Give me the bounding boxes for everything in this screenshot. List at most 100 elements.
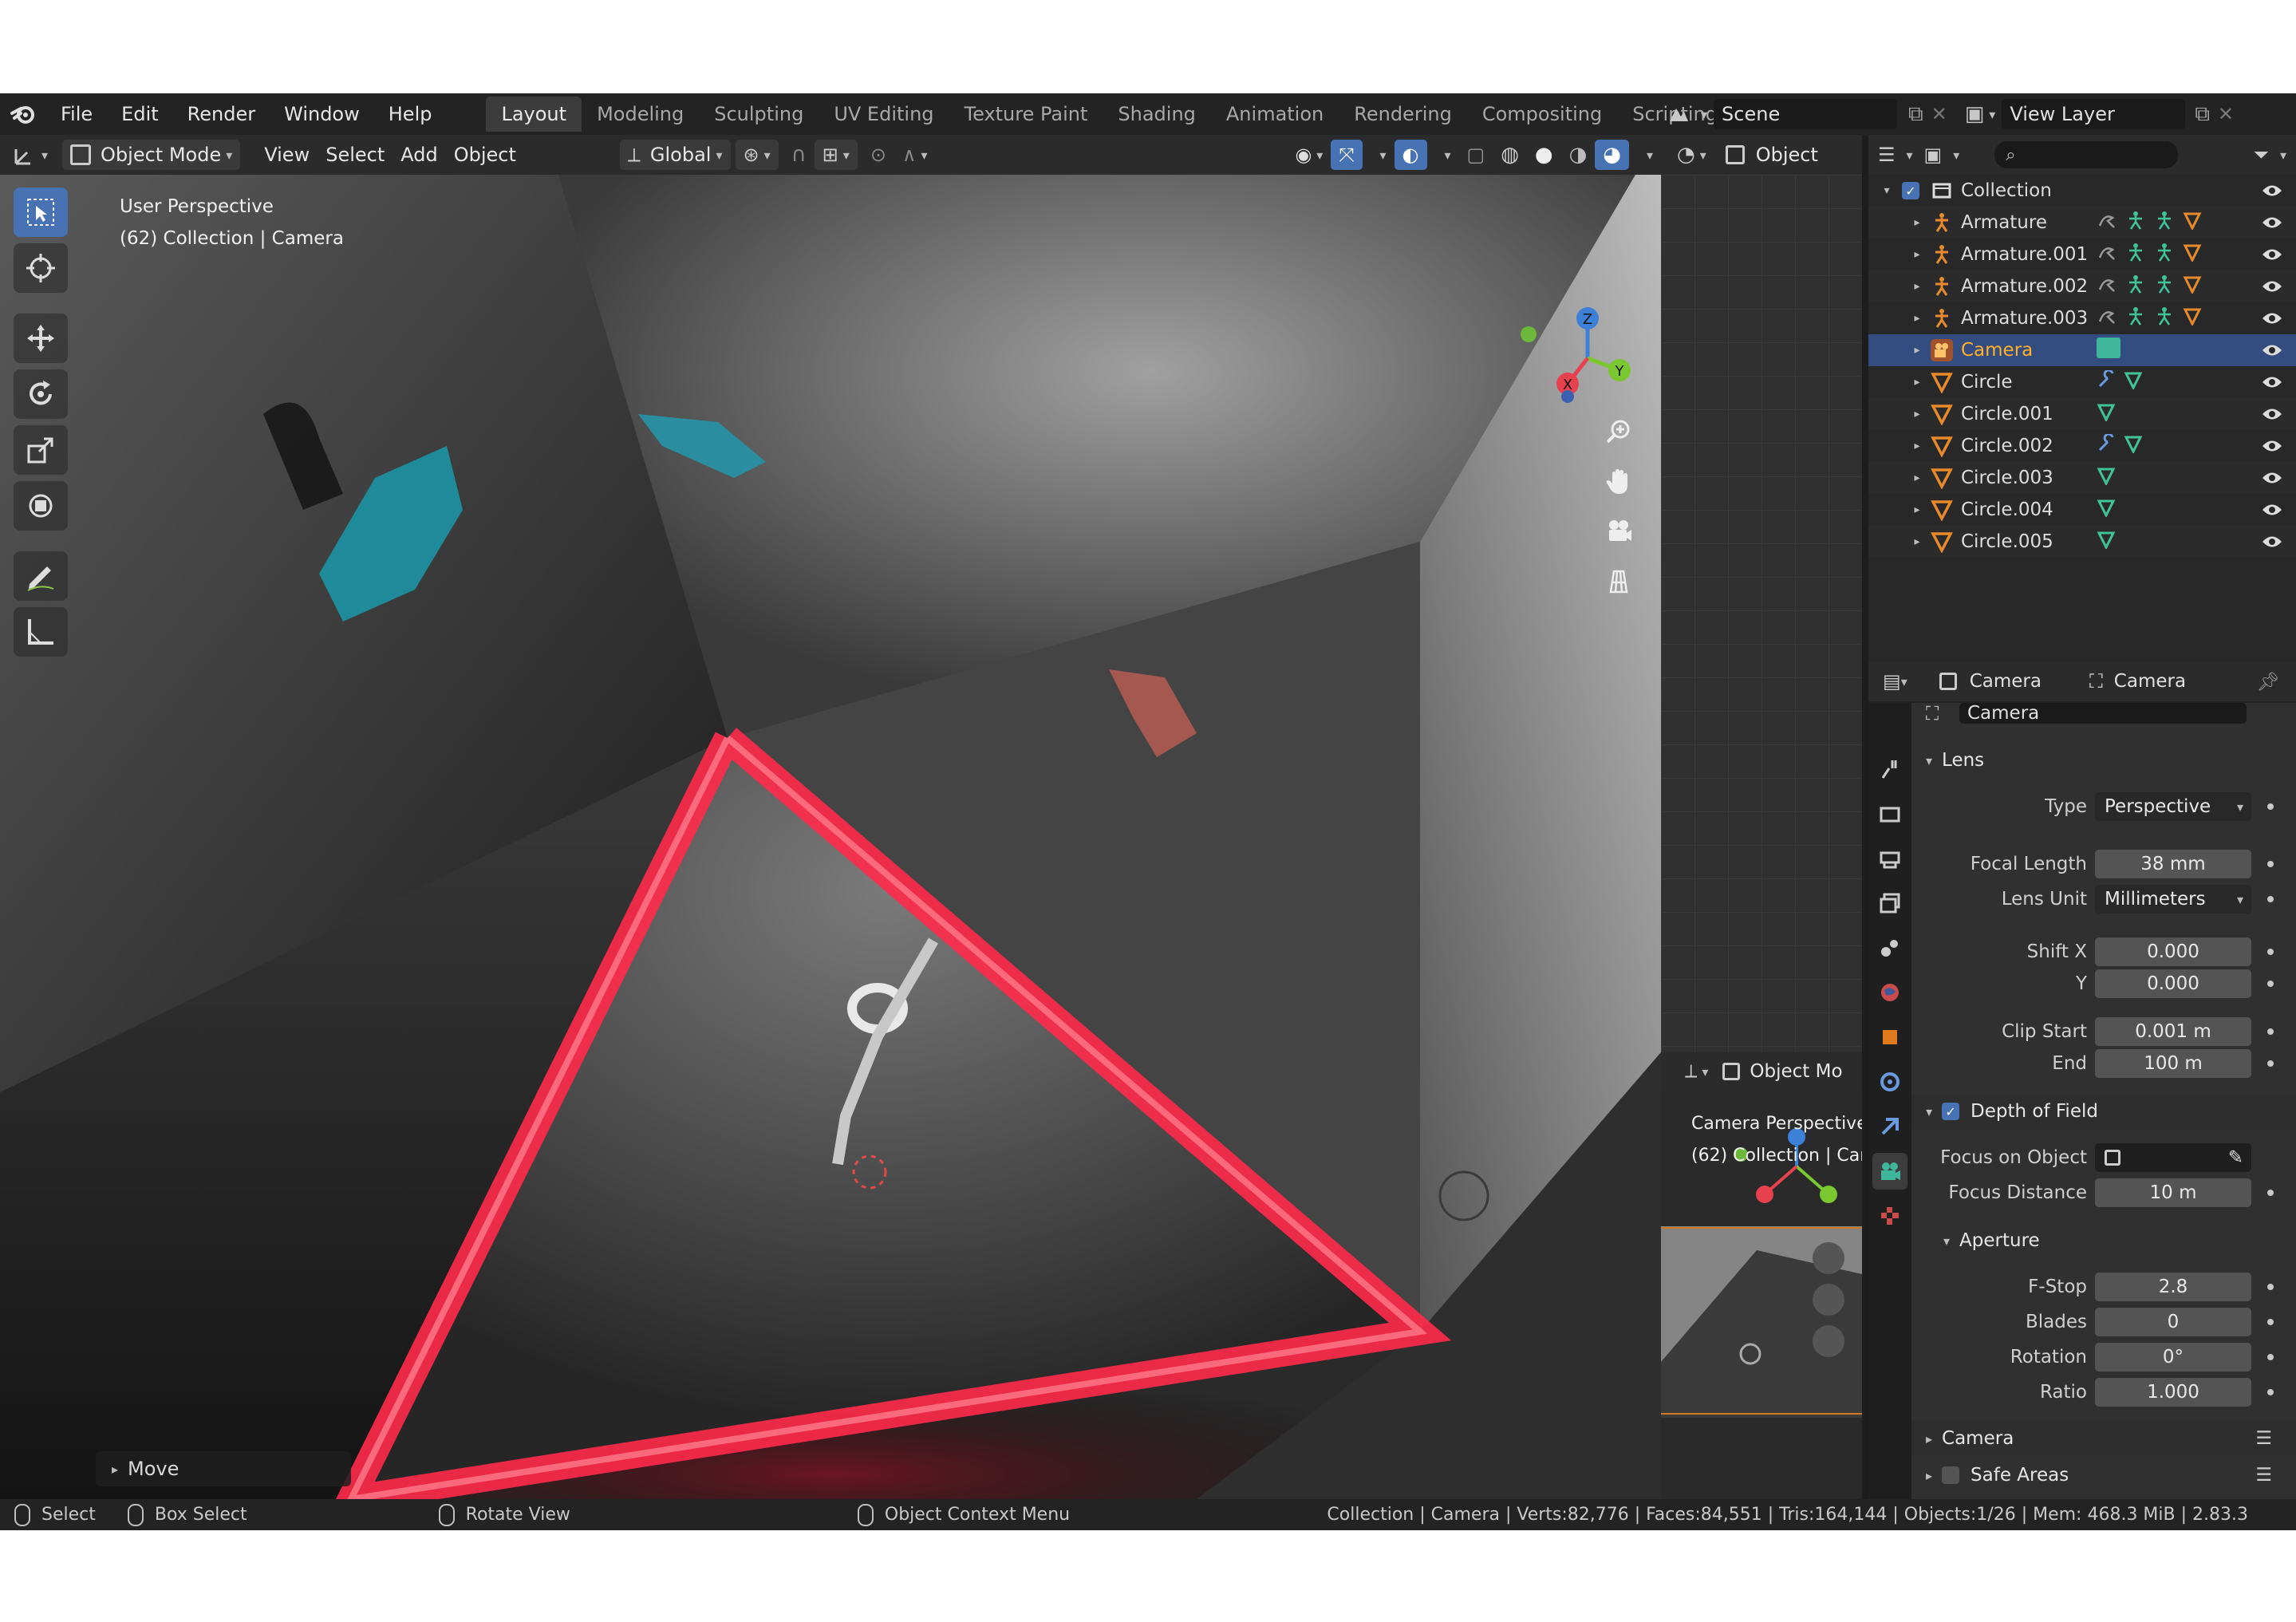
pose-icon[interactable]: [2097, 242, 2117, 267]
chevron-right-icon[interactable]: ▸: [1910, 535, 1924, 548]
ratio-field[interactable]: 1.000: [2095, 1378, 2251, 1407]
keyframe-dot[interactable]: [2267, 1060, 2274, 1067]
copy-scene-icon[interactable]: ⧉: [1908, 102, 1923, 127]
keyframe-dot[interactable]: [2267, 1319, 2274, 1325]
chevron-right-icon[interactable]: ▸: [1910, 503, 1924, 516]
focus-object-field[interactable]: ✎: [2095, 1143, 2251, 1172]
keyframe-dot[interactable]: [2267, 981, 2274, 987]
mesh-data-icon[interactable]: [2124, 434, 2143, 458]
camera-data-icon[interactable]: [2097, 337, 2120, 363]
editor-type-icon[interactable]: ⟂: [1685, 1061, 1697, 1082]
overlay-toggle[interactable]: ◐: [1394, 140, 1427, 170]
select-tool-button[interactable]: [14, 187, 68, 237]
eye-icon[interactable]: [2259, 529, 2285, 554]
safe-areas-checkbox[interactable]: [1942, 1466, 1960, 1484]
camera-icon[interactable]: [1813, 1325, 1844, 1357]
chevron-right-icon[interactable]: ▸: [1910, 280, 1924, 293]
eye-icon[interactable]: [2259, 242, 2285, 267]
tab-layout[interactable]: Layout: [486, 97, 582, 132]
header-data-name[interactable]: Camera: [2114, 671, 2186, 692]
aperture-subpanel-header[interactable]: ▾ Aperture: [1911, 1223, 2296, 1258]
fstop-field[interactable]: 2.8: [2095, 1273, 2251, 1301]
tab-compositing[interactable]: Compositing: [1467, 97, 1617, 132]
menu-add[interactable]: Add: [393, 140, 445, 170]
menu-view[interactable]: View: [256, 140, 318, 170]
chevron-right-icon[interactable]: ▸: [1910, 472, 1924, 484]
display-mode-icon[interactable]: ▣: [1924, 144, 1943, 166]
neg-z-axis-handle[interactable]: [1561, 390, 1574, 403]
object-mode-dropdown[interactable]: Object Mode ▾: [62, 140, 241, 170]
header-object-name[interactable]: Camera: [1970, 671, 2042, 692]
chevron-right-icon[interactable]: ▸: [1910, 376, 1924, 389]
outliner-item-armature-002[interactable]: ▸ Armature.002: [1868, 270, 2296, 302]
menu-file[interactable]: File: [46, 93, 107, 135]
lens-type-dropdown[interactable]: Perspective ▾: [2095, 792, 2251, 821]
pin-icon[interactable]: 📌︎: [2257, 671, 2280, 693]
camview-mode-label[interactable]: Object Mo: [1750, 1061, 1842, 1082]
keyframe-dot[interactable]: [2267, 896, 2274, 902]
eyedropper-icon[interactable]: ✎: [2228, 1147, 2243, 1168]
overlay-dropdown[interactable]: ▾: [1432, 140, 1459, 170]
gizmo-toggle[interactable]: ⤧: [1331, 140, 1363, 170]
outliner-item-circle[interactable]: ▸ Circle: [1868, 366, 2296, 398]
chevron-down-icon[interactable]: ▾: [1701, 107, 1707, 122]
keyframe-dot[interactable]: [2267, 1028, 2274, 1035]
last-operator-panel[interactable]: ▸ Move: [96, 1451, 351, 1486]
menu-edit[interactable]: Edit: [107, 93, 172, 135]
shading-rendered-button[interactable]: ◕: [1595, 140, 1629, 170]
mesh-data-icon[interactable]: [2183, 306, 2202, 330]
camera-preview[interactable]: ⟂ ▾ Object Mo Camera Perspective (62) Co…: [1661, 1052, 1862, 1499]
chevron-right-icon[interactable]: ▸: [1910, 216, 1924, 229]
mesh-data-icon[interactable]: [2183, 243, 2202, 266]
editor-type-icon[interactable]: ☰: [1878, 144, 1896, 166]
view-layer-icon[interactable]: ▣: [1965, 102, 1985, 126]
tab-animation[interactable]: Animation: [1211, 97, 1339, 132]
camera-view-button[interactable]: [1598, 513, 1639, 550]
clip-end-field[interactable]: 100 m: [2095, 1049, 2251, 1078]
shift-y-field[interactable]: 0.000: [2095, 969, 2251, 998]
visibility-dropdown[interactable]: ◉ ▾: [1287, 140, 1331, 170]
annotate-tool-button[interactable]: [14, 551, 68, 601]
tab-output[interactable]: [1872, 840, 1907, 877]
chevron-down-icon[interactable]: ▾: [1989, 107, 1995, 122]
pivot-point-dropdown[interactable]: ⊛ ▾: [735, 140, 779, 170]
pose-icon[interactable]: [2097, 274, 2117, 299]
menu-window[interactable]: Window: [270, 93, 374, 135]
outliner-item-circle-001[interactable]: ▸ Circle.001: [1868, 398, 2296, 430]
shading-solid-button[interactable]: ●: [1527, 140, 1561, 170]
collection-row[interactable]: ▾ ✓ Collection: [1868, 175, 2296, 207]
wrench-icon[interactable]: [2097, 369, 2116, 394]
keyframe-dot[interactable]: [2267, 803, 2274, 810]
chevron-right-icon[interactable]: ▸: [1910, 408, 1924, 420]
tab-uv-editing[interactable]: UV Editing: [819, 97, 949, 132]
outliner-item-armature-001[interactable]: ▸ Armature.001: [1868, 239, 2296, 270]
tab-texture-paint[interactable]: Texture Paint: [949, 97, 1103, 132]
chevron-down-icon[interactable]: ▾: [1880, 184, 1894, 197]
eye-icon[interactable]: [2259, 465, 2285, 491]
blades-field[interactable]: 0: [2095, 1308, 2251, 1336]
eye-icon[interactable]: [2259, 274, 2285, 299]
eye-icon[interactable]: [2259, 401, 2285, 427]
filter-icon[interactable]: ⏷: [2254, 144, 2269, 166]
camera-panel-header[interactable]: ▸ Camera ☰: [1911, 1421, 2296, 1456]
close-icon[interactable]: ✕: [2218, 103, 2234, 125]
eye-icon[interactable]: [2259, 337, 2285, 363]
scene-icon[interactable]: [1661, 102, 1696, 126]
collection-checkbox[interactable]: ✓: [1902, 182, 1919, 199]
menu-render[interactable]: Render: [173, 93, 270, 135]
zoom-icon[interactable]: [1813, 1242, 1844, 1274]
eye-icon[interactable]: [2259, 210, 2285, 235]
hand-icon[interactable]: [1813, 1284, 1844, 1316]
outliner-item-armature-003[interactable]: ▸ Armature.003: [1868, 302, 2296, 334]
mesh-data-icon[interactable]: [2097, 530, 2116, 554]
clip-start-field[interactable]: 0.001 m: [2095, 1017, 2251, 1046]
tab-texture[interactable]: [1872, 1198, 1907, 1234]
wrench-icon[interactable]: [2097, 432, 2116, 458]
node-grid[interactable]: [1661, 175, 1862, 1060]
secondary-mode-label[interactable]: Object: [1756, 144, 1818, 166]
rotation-field[interactable]: 0°: [2095, 1343, 2251, 1371]
chevron-right-icon[interactable]: ▸: [1910, 312, 1924, 325]
mesh-data-icon[interactable]: [2124, 370, 2143, 394]
keyframe-dot[interactable]: [2267, 1190, 2274, 1196]
chevron-right-icon[interactable]: ▸: [1910, 344, 1924, 357]
